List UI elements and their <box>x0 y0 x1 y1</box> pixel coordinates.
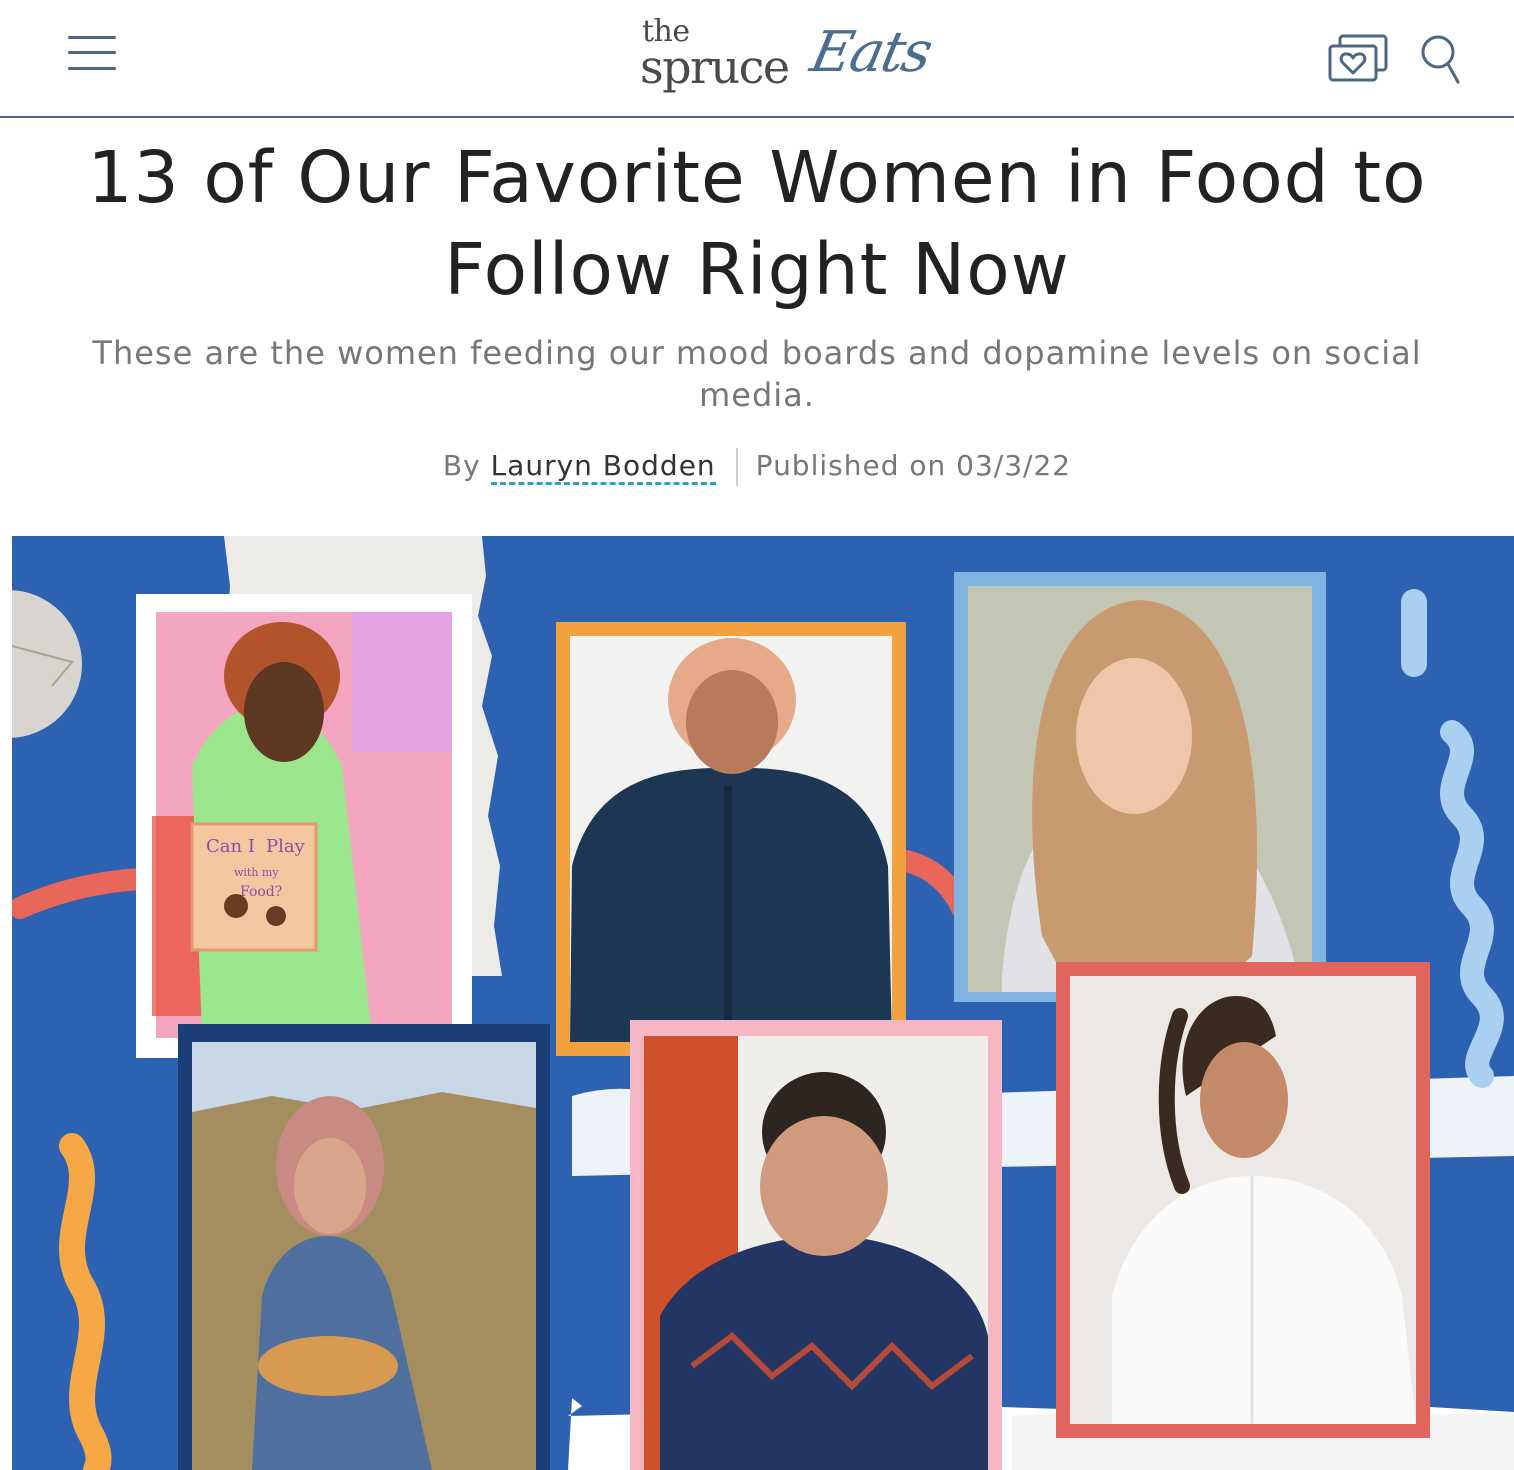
byline-by: By <box>442 449 481 482</box>
hamburger-menu-icon[interactable] <box>66 34 118 74</box>
article-title: 13 of Our Favorite Women in Food to Foll… <box>87 136 1427 311</box>
book-title-line2: Play <box>266 836 306 857</box>
hero-image: Can I Play with my Food? <box>12 536 1514 1470</box>
photo-woman-with-pie <box>178 1024 550 1470</box>
author-link[interactable]: Lauryn Bodden <box>490 449 716 485</box>
blue-squiggle <box>1440 720 1504 1088</box>
site-header: the spruce Eats <box>0 0 1514 118</box>
byline-divider <box>735 448 738 486</box>
byline: By Lauryn Bodden Published on 03/3/22 <box>0 448 1514 486</box>
book-title-line3: with my <box>234 866 279 879</box>
logo-spruce: spruce <box>640 40 790 94</box>
photo-woman-in-navy <box>556 622 906 1056</box>
article-dek: These are the women feeding our mood boa… <box>92 334 1422 414</box>
photo-older-woman <box>630 1020 1002 1470</box>
photo-woman-with-book: Can I Play with my Food? <box>136 594 472 1058</box>
photo-chef-woman <box>1056 962 1430 1438</box>
orange-squiggle <box>59 1133 112 1470</box>
hero-collage: Can I Play with my Food? <box>12 536 1514 1470</box>
book-title-line4: Food? <box>240 884 282 900</box>
logo-eats: Eats <box>805 20 937 85</box>
book-title-line1: Can I <box>206 836 255 857</box>
search-icon[interactable] <box>1418 30 1464 88</box>
photo-blonde-woman <box>954 572 1326 1002</box>
site-logo[interactable]: the spruce Eats <box>640 12 936 108</box>
saved-recipes-heart-icon[interactable] <box>1326 32 1392 84</box>
published-date: Published on 03/3/22 <box>755 449 1072 482</box>
